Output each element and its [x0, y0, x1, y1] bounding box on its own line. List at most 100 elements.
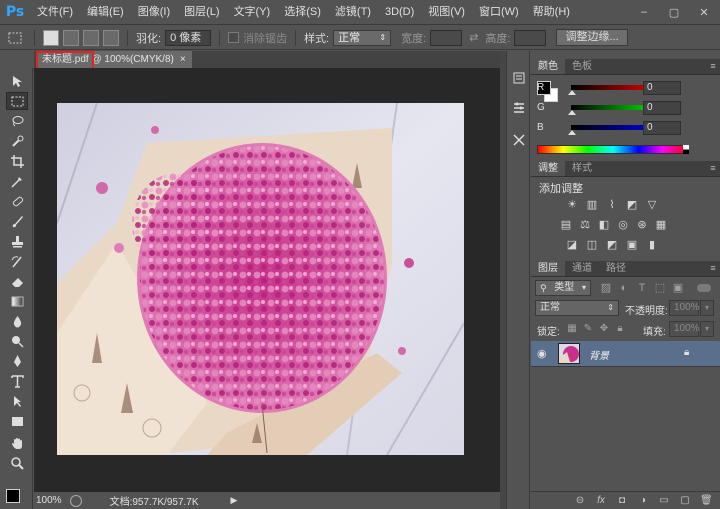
move-tool[interactable] — [6, 72, 28, 90]
tab-adjustments[interactable]: 调整 — [531, 161, 565, 176]
lock-position-icon[interactable]: ✥ — [597, 323, 611, 335]
properties-panel-button[interactable] — [509, 99, 528, 117]
tab-swatches[interactable]: 色板 — [565, 59, 599, 74]
blur-tool[interactable] — [6, 312, 28, 330]
new-adjustment-icon[interactable]: ◑ — [637, 495, 649, 507]
menu-3d[interactable]: 3D(D) — [378, 0, 421, 25]
refine-edge-button[interactable]: 调整边缘... — [556, 29, 628, 46]
tab-styles[interactable]: 样式 — [565, 161, 599, 176]
tools-presets-panel-button[interactable] — [509, 131, 528, 149]
height-input[interactable] — [514, 29, 547, 46]
panel-menu-icon[interactable]: ≡ — [706, 261, 720, 276]
width-input[interactable] — [430, 29, 463, 46]
menu-select[interactable]: 选择(S) — [277, 0, 328, 25]
status-menu-arrow-icon[interactable]: ▶ — [231, 495, 238, 506]
intersect-selection-icon[interactable] — [103, 29, 119, 46]
zoom-level[interactable]: 100% — [36, 495, 62, 506]
brightness-icon[interactable]: ☀ — [565, 199, 579, 211]
curves-icon[interactable]: ⌇ — [605, 199, 619, 211]
quick-selection-tool[interactable] — [6, 132, 28, 150]
crop-tool[interactable] — [6, 152, 28, 170]
tab-paths[interactable]: 路径 — [599, 261, 633, 276]
green-slider[interactable]: G 0 — [535, 101, 717, 117]
eyedropper-tool[interactable] — [6, 172, 28, 190]
opacity-input[interactable]: 100% — [669, 300, 700, 316]
opacity-dropdown-icon[interactable]: ▾ — [700, 300, 714, 316]
filter-pixel-icon[interactable]: ▨ — [599, 282, 613, 294]
exposure-icon[interactable]: ◩ — [625, 199, 639, 211]
tab-channels[interactable]: 通道 — [565, 261, 599, 276]
color-lookup-icon[interactable]: ▦ — [654, 219, 668, 231]
gradient-map-icon[interactable]: ▮ — [645, 239, 659, 251]
menu-edit[interactable]: 编辑(E) — [80, 0, 131, 25]
black-white-icon[interactable]: ◧ — [597, 219, 611, 231]
add-selection-icon[interactable] — [63, 29, 79, 46]
brush-tool[interactable] — [6, 212, 28, 230]
menu-filter[interactable]: 滤镜(T) — [328, 0, 378, 25]
type-tool[interactable] — [6, 372, 28, 390]
channel-mixer-icon[interactable]: ⊛ — [635, 219, 649, 231]
posterize-icon[interactable]: ◫ — [585, 239, 599, 251]
gradient-tool[interactable] — [6, 292, 28, 310]
photo-filter-icon[interactable]: ◎ — [616, 219, 630, 231]
layer-name[interactable]: 背景 — [589, 347, 609, 362]
menu-file[interactable]: 文件(F) — [30, 0, 80, 25]
link-layers-icon[interactable]: ⊝ — [574, 495, 586, 507]
new-layer-icon[interactable]: ▢ — [679, 495, 691, 507]
new-group-icon[interactable]: ▭ — [658, 495, 670, 507]
blue-value[interactable]: 0 — [643, 121, 681, 135]
blue-slider[interactable]: B 0 — [535, 121, 717, 137]
delete-layer-icon[interactable]: 🗑︎ — [700, 495, 713, 507]
menu-layer[interactable]: 图层(L) — [177, 0, 226, 25]
dodge-tool[interactable] — [6, 332, 28, 350]
red-thumb[interactable] — [568, 90, 576, 95]
canvas-area[interactable] — [34, 68, 500, 492]
invert-icon[interactable]: ◪ — [565, 239, 579, 251]
pen-tool[interactable] — [6, 352, 28, 370]
tab-layers[interactable]: 图层 — [531, 261, 565, 276]
hand-tool[interactable] — [6, 434, 28, 452]
menu-type[interactable]: 文字(Y) — [227, 0, 278, 25]
blend-mode-select[interactable]: 正常 ⇕ — [535, 300, 619, 316]
filter-smart-icon[interactable]: ▣ — [671, 282, 685, 294]
fill-input[interactable]: 100% — [669, 321, 700, 337]
green-value[interactable]: 0 — [643, 101, 681, 115]
menu-view[interactable]: 视图(V) — [421, 0, 472, 25]
panel-menu-icon[interactable]: ≡ — [706, 59, 720, 74]
rectangle-tool[interactable] — [6, 412, 28, 430]
style-select[interactable]: 正常 ⇕ — [333, 29, 392, 46]
antialias-checkbox[interactable] — [228, 32, 240, 43]
zoom-tool[interactable] — [6, 454, 28, 472]
close-button[interactable]: ✕ — [696, 5, 712, 19]
status-info-icon[interactable] — [69, 494, 82, 507]
new-selection-icon[interactable] — [43, 29, 59, 46]
fill-dropdown-icon[interactable]: ▾ — [700, 321, 714, 337]
foreground-color-swatch[interactable] — [6, 489, 20, 503]
menu-window[interactable]: 窗口(W) — [472, 0, 526, 25]
fx-icon[interactable]: fx — [595, 495, 607, 507]
healing-brush-tool[interactable] — [6, 192, 28, 210]
color-spectrum-bar[interactable] — [537, 145, 689, 154]
green-thumb[interactable] — [568, 110, 576, 115]
layer-filter-select[interactable]: ⚲ 类型 ▾ — [535, 280, 591, 296]
history-brush-tool[interactable] — [6, 252, 28, 270]
levels-icon[interactable]: ▥ — [585, 199, 599, 211]
feather-input[interactable]: 0 像素 — [165, 29, 212, 46]
blue-thumb[interactable] — [568, 130, 576, 135]
red-slider[interactable]: R 0 — [535, 81, 717, 97]
hue-saturation-icon[interactable]: ▤ — [559, 219, 573, 231]
vibrance-icon[interactable]: ▽ — [645, 199, 659, 211]
history-panel-button[interactable] — [509, 69, 528, 87]
lock-all-icon[interactable]: 🔒︎ — [613, 323, 627, 335]
eye-icon[interactable]: ◉ — [537, 347, 551, 361]
red-value[interactable]: 0 — [643, 81, 681, 95]
layer-row[interactable]: ◉ 背景 🔒︎ — [531, 341, 720, 367]
filter-toggle[interactable] — [697, 284, 711, 292]
menu-image[interactable]: 图像(I) — [131, 0, 177, 25]
marquee-tool[interactable] — [6, 92, 28, 110]
subtract-selection-icon[interactable] — [83, 29, 99, 46]
panel-menu-icon[interactable]: ≡ — [706, 161, 720, 176]
tab-color[interactable]: 颜色 — [531, 59, 565, 74]
lock-transparent-icon[interactable]: ▦ — [565, 323, 579, 335]
eraser-tool[interactable] — [6, 272, 28, 290]
